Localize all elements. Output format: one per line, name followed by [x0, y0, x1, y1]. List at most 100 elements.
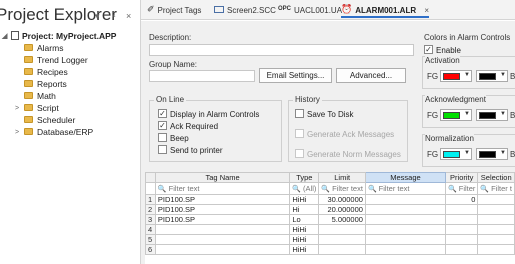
column-header-limit[interactable]: Limit	[318, 172, 366, 183]
cell-selection[interactable]	[477, 244, 515, 255]
tree-item-script[interactable]: > Script	[15, 103, 59, 114]
table-row[interactable]: 1 PID100.SP HiHi 30.000000 0	[145, 194, 515, 205]
ack-required-checkbox[interactable]: ✓ Ack Required	[158, 121, 218, 132]
cell-priority[interactable]	[445, 244, 479, 255]
cell-limit[interactable]: 30.000000	[318, 194, 366, 205]
filter-type[interactable]: 🔍 (All)	[289, 182, 320, 195]
tree-item-scheduler[interactable]: Scheduler	[24, 115, 75, 126]
cell-message[interactable]	[364, 194, 447, 205]
cell-message[interactable]	[364, 224, 447, 235]
table-row[interactable]: 6 HiHi	[145, 244, 515, 255]
close-tab-icon[interactable]: ×	[424, 6, 429, 15]
table-row[interactable]: 4 HiHi	[145, 224, 515, 235]
column-header-priority[interactable]: Priority	[445, 172, 479, 183]
save-to-disk-checkbox[interactable]: Save To Disk	[295, 109, 354, 120]
expand-chevron-icon[interactable]: >	[15, 103, 19, 114]
cell-type[interactable]: Lo	[289, 214, 320, 225]
acknowledgment-bg-color-picker[interactable]: ▼	[476, 109, 508, 121]
cell-tag-name[interactable]: PID100.SP	[154, 204, 291, 215]
panel-menu-chevron-icon[interactable]: ▾	[95, 11, 100, 22]
normalization-fg-color-picker[interactable]: ▼	[440, 148, 472, 160]
cell-type[interactable]: HiHi	[289, 234, 320, 245]
cell-selection[interactable]	[477, 214, 515, 225]
cell-limit[interactable]	[318, 234, 366, 245]
description-field[interactable]	[149, 44, 414, 56]
table-row[interactable]: 2 PID100.SP Hi 20.000000	[145, 204, 515, 215]
enable-colors-checkbox[interactable]: ✓ Enable	[424, 45, 461, 56]
normalization-bg-color-picker[interactable]: ▼	[476, 148, 508, 160]
email-settings-button[interactable]: Email Settings...	[259, 68, 332, 83]
cell-selection[interactable]	[477, 234, 515, 245]
filter-message[interactable]: 🔍 Filter text	[364, 182, 447, 195]
column-header-selection[interactable]: Selection	[477, 172, 515, 183]
tree-item-reports[interactable]: Reports	[24, 79, 67, 90]
tab-uacl001[interactable]: OPC UACL001.UA	[278, 3, 342, 18]
cell-tag-name[interactable]	[154, 244, 291, 255]
cell-limit[interactable]	[318, 224, 366, 235]
cell-priority[interactable]	[445, 214, 479, 225]
cell-message[interactable]	[364, 214, 447, 225]
cell-limit[interactable]	[318, 244, 366, 255]
tab-alarm001[interactable]: ⏰ ALARM001.ALR ×	[341, 3, 430, 18]
filter-limit[interactable]: 🔍 Filter text	[318, 182, 366, 195]
cell-limit[interactable]: 20.000000	[318, 204, 366, 215]
cell-priority[interactable]	[445, 204, 479, 215]
tree-item-math[interactable]: Math	[24, 91, 56, 102]
cell-selection[interactable]	[477, 194, 515, 205]
close-panel-icon[interactable]: ×	[126, 11, 131, 21]
column-header-tag-name[interactable]: Tag Name	[154, 172, 291, 183]
activation-fg-color-picker[interactable]: ▼	[440, 70, 472, 82]
tree-project-label: Project: MyProject.APP	[22, 31, 117, 41]
tree-item-recipes[interactable]: Recipes	[24, 67, 68, 78]
cell-message[interactable]	[364, 234, 447, 245]
filter-selection[interactable]: 🔍 Filter t	[477, 182, 515, 195]
cell-selection[interactable]	[477, 204, 515, 215]
cell-selection[interactable]	[477, 224, 515, 235]
acknowledgment-fg-color-picker[interactable]: ▼	[440, 109, 472, 121]
beep-checkbox[interactable]: Beep	[158, 133, 189, 144]
table-row[interactable]: 5 HiHi	[145, 234, 515, 245]
cell-type[interactable]: HiHi	[289, 194, 320, 205]
group-name-field[interactable]	[149, 70, 255, 82]
tree-item-label: Trend Logger	[37, 55, 88, 65]
generate-ack-messages-checkbox[interactable]: Generate Ack Messages	[295, 129, 394, 140]
table-row[interactable]: 3 PID100.SP Lo 5.000000	[145, 214, 515, 225]
column-header-message[interactable]: Message	[364, 172, 447, 183]
tree-project-root[interactable]: ◢ Project: MyProject.APP	[2, 31, 117, 42]
expand-chevron-icon[interactable]: >	[15, 127, 19, 138]
send-to-printer-checkbox[interactable]: Send to printer	[158, 145, 222, 156]
checkbox-box	[158, 145, 167, 155]
filter-tag-name[interactable]: 🔍 Filter text	[154, 182, 291, 195]
cell-type[interactable]: HiHi	[289, 244, 320, 255]
tree-item-trend-logger[interactable]: Trend Logger	[24, 55, 88, 66]
pin-icon[interactable]: ⁴	[112, 11, 116, 21]
advanced-button[interactable]: Advanced...	[336, 68, 406, 83]
dropdown-arrow-icon: ▼	[500, 150, 506, 156]
cell-tag-name[interactable]	[154, 224, 291, 235]
cell-tag-name[interactable]: PID100.SP	[154, 194, 291, 205]
collapse-chevron-icon[interactable]: ◢	[2, 31, 7, 42]
filter-priority[interactable]: 🔍 Filter	[445, 182, 479, 195]
generate-norm-messages-checkbox[interactable]: Generate Norm Messages	[295, 149, 401, 160]
cell-message[interactable]	[364, 204, 447, 215]
filter-placeholder: Filter text	[168, 183, 200, 193]
activation-bg-color-picker[interactable]: ▼	[476, 70, 508, 82]
tree-item-alarms[interactable]: Alarms	[24, 43, 63, 54]
cell-priority[interactable]	[445, 234, 479, 245]
cell-tag-name[interactable]: PID100.SP	[154, 214, 291, 225]
cell-type[interactable]: HiHi	[289, 224, 320, 235]
column-header-type[interactable]: Type	[289, 172, 320, 183]
cell-message[interactable]	[364, 244, 447, 255]
tab-project-tags[interactable]: ✐ Project Tags	[147, 3, 201, 18]
cell-priority[interactable]	[445, 224, 479, 235]
row-number: 4	[145, 224, 156, 235]
cell-type[interactable]: Hi	[289, 204, 320, 215]
cell-limit[interactable]: 5.000000	[318, 214, 366, 225]
tab-screen2[interactable]: Screen2.SCC	[214, 3, 276, 18]
display-in-alarm-controls-checkbox[interactable]: ✓ Display in Alarm Controls	[158, 109, 259, 120]
cell-priority[interactable]: 0	[445, 194, 479, 205]
tree-item-database-erp[interactable]: > Database/ERP	[15, 127, 93, 138]
normalization-title: Normalization	[425, 134, 474, 143]
cell-tag-name[interactable]	[154, 234, 291, 245]
tree-item-label: Scheduler	[37, 115, 76, 125]
